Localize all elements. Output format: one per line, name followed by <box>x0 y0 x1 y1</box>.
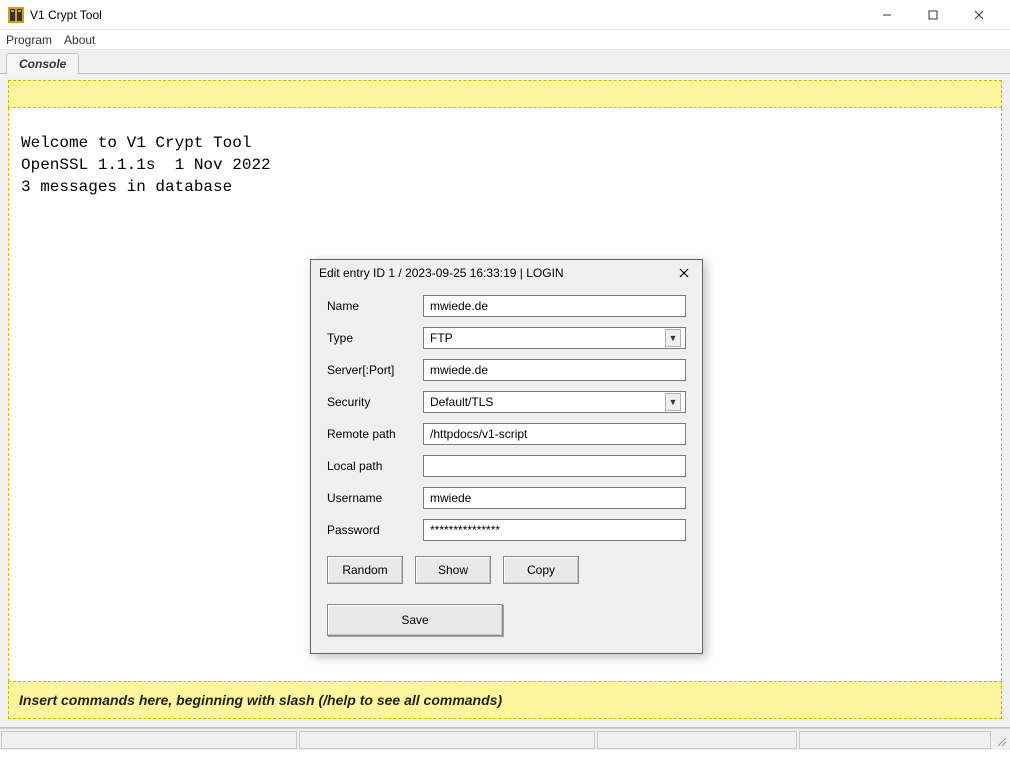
local-path-input[interactable] <box>423 455 686 477</box>
status-pane <box>1 731 297 749</box>
titlebar: V1 Crypt Tool <box>0 0 1010 30</box>
dialog-close-button[interactable] <box>674 263 694 283</box>
menu-about[interactable]: About <box>64 33 95 47</box>
app-icon <box>8 7 24 23</box>
console-line: 3 messages in database <box>21 178 232 196</box>
command-input-bar[interactable]: Insert commands here, beginning with sla… <box>8 681 1002 719</box>
window-title: V1 Crypt Tool <box>30 8 864 22</box>
menubar: Program About <box>0 30 1010 50</box>
label-server: Server[:Port] <box>327 363 423 377</box>
remote-path-input[interactable] <box>423 423 686 445</box>
type-select[interactable]: FTP ▼ <box>423 327 686 349</box>
dialog-title: Edit entry ID 1 / 2023-09-25 16:33:19 | … <box>319 266 674 280</box>
minimize-button[interactable] <box>864 0 910 30</box>
chevron-down-icon: ▼ <box>665 393 681 411</box>
label-name: Name <box>327 299 423 313</box>
chevron-down-icon: ▼ <box>665 329 681 347</box>
console-line: Welcome to V1 Crypt Tool <box>21 134 251 152</box>
save-button[interactable]: Save <box>327 604 503 636</box>
console-line: OpenSSL 1.1.1s 1 Nov 2022 <box>21 156 271 174</box>
resize-grip-icon[interactable] <box>992 729 1010 750</box>
status-pane <box>299 731 595 749</box>
console-header-strip <box>8 80 1002 108</box>
label-username: Username <box>327 491 423 505</box>
security-select-value: Default/TLS <box>430 395 493 409</box>
copy-button[interactable]: Copy <box>503 556 579 584</box>
edit-entry-dialog: Edit entry ID 1 / 2023-09-25 16:33:19 | … <box>310 259 703 654</box>
status-pane <box>799 731 991 749</box>
tabbar: Console <box>0 50 1010 74</box>
dialog-body: Name Type FTP ▼ Server[:Port] Security <box>311 286 702 650</box>
status-pane <box>597 731 797 749</box>
label-local-path: Local path <box>327 459 423 473</box>
label-type: Type <box>327 331 423 345</box>
label-security: Security <box>327 395 423 409</box>
tab-console[interactable]: Console <box>6 53 79 74</box>
password-buttons: Random Show Copy <box>327 556 686 584</box>
random-button[interactable]: Random <box>327 556 403 584</box>
menu-program[interactable]: Program <box>6 33 52 47</box>
server-input[interactable] <box>423 359 686 381</box>
show-button[interactable]: Show <box>415 556 491 584</box>
security-select[interactable]: Default/TLS ▼ <box>423 391 686 413</box>
statusbar <box>0 728 1010 750</box>
name-input[interactable] <box>423 295 686 317</box>
console-area: Welcome to V1 Crypt Tool OpenSSL 1.1.1s … <box>0 74 1010 728</box>
window-buttons <box>864 0 1002 30</box>
password-input[interactable] <box>423 519 686 541</box>
label-remote-path: Remote path <box>327 427 423 441</box>
close-button[interactable] <box>956 0 1002 30</box>
dialog-titlebar: Edit entry ID 1 / 2023-09-25 16:33:19 | … <box>311 260 702 286</box>
command-placeholder: Insert commands here, beginning with sla… <box>19 692 502 708</box>
maximize-button[interactable] <box>910 0 956 30</box>
type-select-value: FTP <box>430 331 453 345</box>
label-password: Password <box>327 523 423 537</box>
username-input[interactable] <box>423 487 686 509</box>
